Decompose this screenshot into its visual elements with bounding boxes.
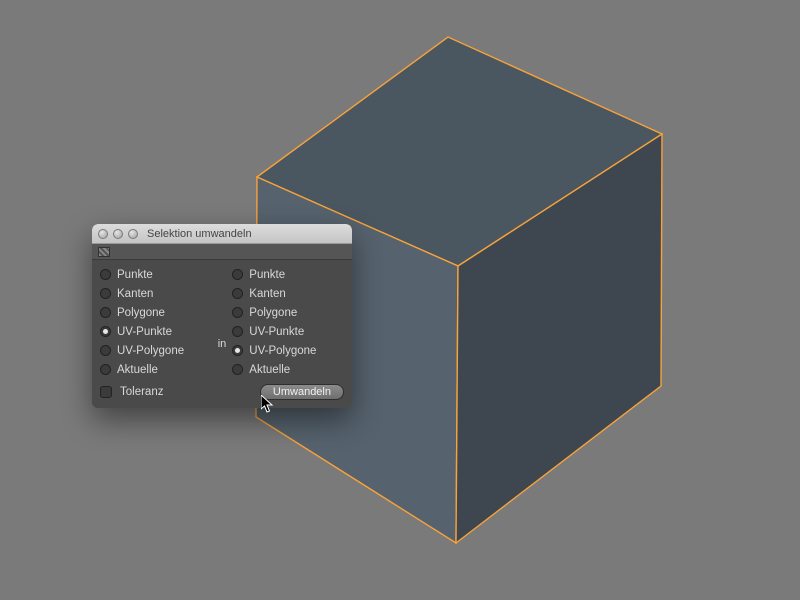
window-controls <box>98 229 138 239</box>
tolerance-checkbox[interactable] <box>100 386 112 398</box>
radio-label: Polygone <box>249 307 297 319</box>
radio-label: Punkte <box>249 269 285 281</box>
dialog-title: Selektion umwandeln <box>147 228 252 240</box>
dialog-titlebar[interactable]: Selektion umwandeln <box>92 224 352 244</box>
zoom-icon[interactable] <box>128 229 138 239</box>
hatch-icon[interactable] <box>98 247 110 257</box>
radio-source-kanten[interactable]: Kanten <box>100 285 212 302</box>
tolerance-label: Toleranz <box>120 386 163 398</box>
radio-label: UV-Polygone <box>249 345 316 357</box>
radio-target-punkte[interactable]: Punkte <box>232 266 344 283</box>
radio-label: UV-Punkte <box>249 326 304 338</box>
radio-source-uv-punkte[interactable]: UV-Punkte <box>100 323 212 340</box>
radio-target-polygone[interactable]: Polygone <box>232 304 344 321</box>
close-icon[interactable] <box>98 229 108 239</box>
radio-source-polygone[interactable]: Polygone <box>100 304 212 321</box>
radio-icon <box>100 364 111 375</box>
radio-icon <box>232 345 243 356</box>
radio-label: Polygone <box>117 307 165 319</box>
radio-target-uv-punkte[interactable]: UV-Punkte <box>232 323 344 340</box>
radio-label: Aktuelle <box>117 364 158 376</box>
radio-target-kanten[interactable]: Kanten <box>232 285 344 302</box>
radio-target-aktuelle[interactable]: Aktuelle <box>232 361 344 378</box>
radio-label: UV-Punkte <box>117 326 172 338</box>
radio-icon <box>100 307 111 318</box>
radio-source-aktuelle[interactable]: Aktuelle <box>100 361 212 378</box>
dialog-toolbar <box>92 244 352 260</box>
radio-label: Punkte <box>117 269 153 281</box>
radio-icon <box>100 269 111 280</box>
convert-selection-dialog: Selektion umwandeln Punkte Kanten Polygo… <box>92 224 352 408</box>
radio-target-uv-polygone[interactable]: UV-Polygone <box>232 342 344 359</box>
radio-icon <box>100 326 111 337</box>
radio-icon <box>232 326 243 337</box>
radio-icon <box>232 269 243 280</box>
radio-label: UV-Polygone <box>117 345 184 357</box>
radio-icon <box>232 364 243 375</box>
radio-source-punkte[interactable]: Punkte <box>100 266 212 283</box>
radio-icon <box>232 288 243 299</box>
source-column: Punkte Kanten Polygone UV-Punkte UV-Poly… <box>100 266 212 378</box>
radio-source-uv-polygone[interactable]: UV-Polygone <box>100 342 212 359</box>
dialog-content: Punkte Kanten Polygone UV-Punkte UV-Poly… <box>92 260 352 408</box>
radio-icon <box>232 307 243 318</box>
minimize-icon[interactable] <box>113 229 123 239</box>
convert-button[interactable]: Umwandeln <box>260 384 344 400</box>
radio-label: Kanten <box>249 288 285 300</box>
dialog-footer: Toleranz Umwandeln <box>100 384 344 400</box>
radio-label: Kanten <box>117 288 153 300</box>
in-label: in <box>218 294 227 350</box>
radio-icon <box>100 345 111 356</box>
radio-label: Aktuelle <box>249 364 290 376</box>
radio-icon <box>100 288 111 299</box>
target-column: Punkte Kanten Polygone UV-Punkte UV-Poly… <box>232 266 344 378</box>
